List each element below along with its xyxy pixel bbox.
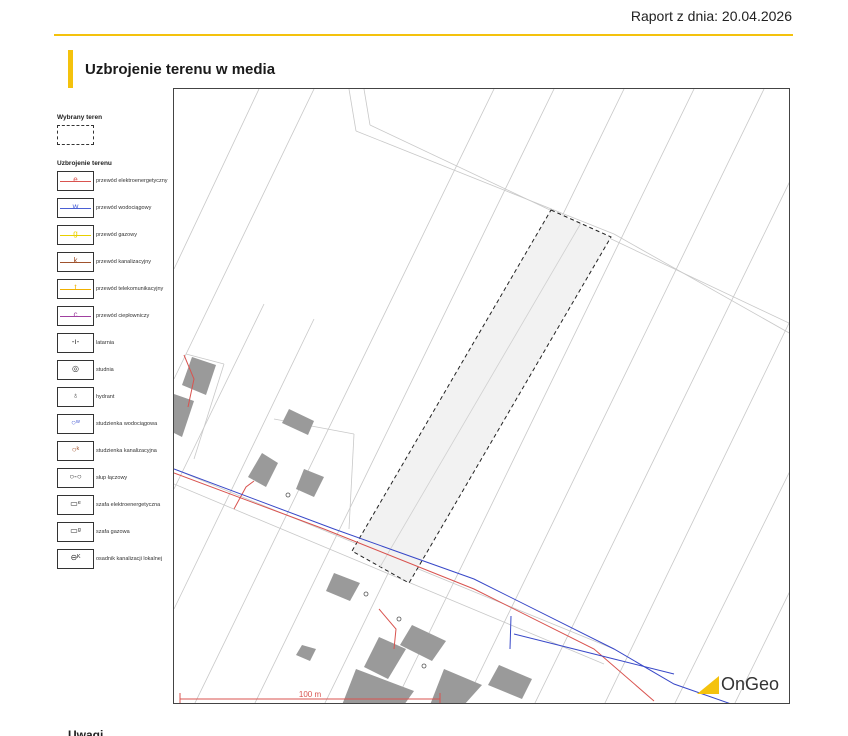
legend-selected-area-swatch xyxy=(57,125,94,145)
legend-items: e przewód elektroenergetyczny w przewód wod… xyxy=(57,171,173,569)
legend-item: c przewód ciepłowniczy xyxy=(57,306,173,326)
legend-swatch-icon: -ı- xyxy=(57,333,94,353)
selected-parcel[interactable] xyxy=(351,209,612,584)
legend-label: hydrant xyxy=(96,393,115,400)
legend-item: w przewód wodociągowy xyxy=(57,198,173,218)
legend-swatch-icon: c xyxy=(57,306,94,326)
legend-item: ▭ᵉ szafa elektroenergetyczna xyxy=(57,495,173,515)
legend-media-heading: Uzbrojenie terenu xyxy=(57,160,112,167)
legend-item: ♁ hydrant xyxy=(57,387,173,407)
ongeo-logo: OnGeo xyxy=(696,674,779,695)
legend-label: studnia xyxy=(96,366,114,373)
legend-swatch-icon: ♁ xyxy=(57,387,94,407)
legend-label: przewód gazowy xyxy=(96,231,137,238)
legend-item: e przewód elektroenergetyczny xyxy=(57,171,173,191)
legend-label: osadnik kanalizacji lokalnej xyxy=(96,555,163,562)
legend-swatch-icon: ○ᵏ xyxy=(57,441,94,461)
legend-label: przewód ciepłowniczy xyxy=(96,312,150,319)
map-canvas[interactable]: 100 m xyxy=(174,89,790,704)
legend-item: t przewód telekomunikacyjny xyxy=(57,279,173,299)
scale-label: 100 m xyxy=(299,690,322,699)
legend-swatch-icon: g xyxy=(57,225,94,245)
utility-map[interactable]: 100 m OnGeo xyxy=(173,88,790,704)
legend-swatch-icon: ▭ᵍ xyxy=(57,522,94,542)
legend-swatch-icon: ▭ᵉ xyxy=(57,495,94,515)
legend-label: studzienka wodociągowa xyxy=(96,420,158,427)
section-accent-bar xyxy=(68,50,73,88)
legend-selected-heading: Wybrany teren xyxy=(57,114,103,121)
logo-text: OnGeo xyxy=(720,674,779,694)
legend-item: ○ᵏ studzienka kanalizacyjna xyxy=(57,441,173,461)
report-date: Raport z dnia: 20.04.2026 xyxy=(630,8,792,24)
legend-label: szafa elektroenergetyczna xyxy=(96,501,161,508)
legend-label: przewód kanalizacyjny xyxy=(96,258,152,265)
legend-item: ○ʷ studzienka wodociągowa xyxy=(57,414,173,434)
legend-label: przewód wodociągowy xyxy=(96,204,152,211)
legend-label: studzienka kanalizacyjna xyxy=(96,447,157,454)
legend-item: ⊖ᴷ osadnik kanalizacji lokalnej xyxy=(57,549,173,569)
legend-swatch-icon: ◎ xyxy=(57,360,94,380)
section-title: Uzbrojenie terenu w media xyxy=(85,60,276,78)
legend-swatch-icon: ⊖ᴷ xyxy=(57,549,94,569)
legend-swatch-icon: k xyxy=(57,252,94,272)
legend-label: przewód elektroenergetyczny xyxy=(96,177,168,184)
legend-item: g przewód gazowy xyxy=(57,225,173,245)
legend-label: latarnia xyxy=(96,339,115,346)
legend-item: ▭ᵍ szafa gazowa xyxy=(57,522,173,542)
legend-item: k przewód kanalizacyjny xyxy=(57,252,173,272)
legend-swatch-icon: e xyxy=(57,171,94,191)
legend-swatch-icon: t xyxy=(57,279,94,299)
legend-swatch-icon: ○-○ xyxy=(57,468,94,488)
legend-swatch-icon: w xyxy=(57,198,94,218)
legend-swatch-icon: ○ʷ xyxy=(57,414,94,434)
legend-label: przewód telekomunikacyjny xyxy=(96,285,164,292)
remarks-heading: Uwagi xyxy=(68,728,104,736)
legend-item: ○-○ słup łączowy xyxy=(57,468,173,488)
legend-item: -ı-latarnia xyxy=(57,333,173,353)
selected-parcel-center-line xyxy=(379,222,582,568)
legend-item: ◎ studnia xyxy=(57,360,173,380)
section-header: Uzbrojenie terenu w media xyxy=(68,50,275,88)
header-rule xyxy=(54,34,793,36)
legend-label: szafa gazowa xyxy=(96,528,130,535)
legend-label: słup łączowy xyxy=(96,474,128,481)
logo-triangle-icon xyxy=(696,675,719,694)
map-legend: Wybrany teren Uzbrojenie terenu e przewód… xyxy=(57,114,173,576)
